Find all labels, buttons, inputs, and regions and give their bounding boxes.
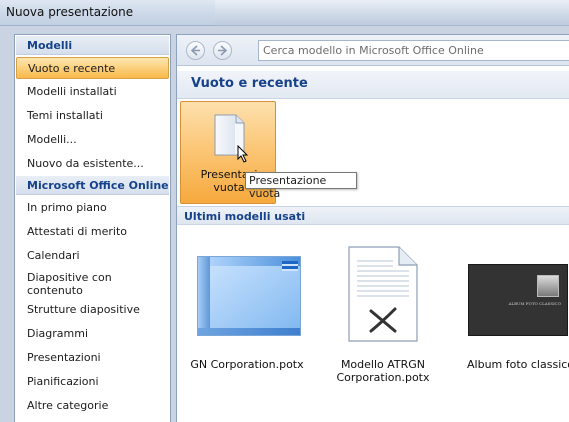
search-input[interactable]: Cerca modello in Microsoft Office Online (258, 40, 569, 61)
sidebar-item-presentazioni[interactable]: Presentazioni (16, 347, 169, 369)
toolbar: Cerca modello in Microsoft Office Online (177, 35, 569, 66)
thumbnail-left-bar (198, 257, 210, 335)
sidebar-item-altre-categorie[interactable]: Altre categorie (16, 395, 169, 417)
template-document-icon (348, 246, 418, 342)
template-name-line1: GN Corporation.potx (190, 358, 304, 371)
window-title: Nuova presentazione (6, 5, 134, 19)
recent-templates-header: Ultimi modelli usati (177, 206, 569, 225)
page-title: Vuoto e recente (177, 71, 569, 99)
thumbnail-corner-lines (282, 261, 298, 271)
title-bar-background (215, 0, 569, 26)
sidebar-item-attestati-di-merito[interactable]: Attestati di merito (16, 221, 169, 243)
sidebar-item-in-primo-piano[interactable]: In primo piano (16, 197, 169, 219)
template-thumbnail (197, 256, 301, 336)
sidebar-header-modelli: Modelli (16, 36, 169, 55)
sidebar-item-strutture-diapositive[interactable]: Strutture diapositive (16, 299, 169, 321)
thumbnail-bottom-strip (198, 328, 300, 335)
sidebar-item-modelli-installati[interactable]: Modelli installati (16, 81, 169, 103)
sidebar-item-nuovo-da-esistente[interactable]: Nuovo da esistente... (16, 153, 169, 175)
title-bar: Nuova presentazione (0, 0, 569, 26)
category-sidebar: Modelli Vuoto e recente Modelli installa… (14, 34, 171, 422)
template-name: Modello ATRGN Corporation.potx (317, 358, 449, 384)
sidebar-item-diapositive-con-contenuto[interactable]: Diapositive con contenuto (16, 267, 169, 299)
sidebar-item-pianificazioni[interactable]: Pianificazioni (16, 371, 169, 393)
sidebar-header-office-online: Microsoft Office Online (16, 176, 169, 195)
template-name-line1: Modello ATRGN (340, 358, 426, 371)
content-pane: Cerca modello in Microsoft Office Online… (176, 34, 569, 422)
back-button[interactable] (186, 41, 205, 60)
template-name: Album foto classico (467, 358, 569, 371)
sidebar-item-diagrammi[interactable]: Diagrammi (16, 323, 169, 345)
template-name-line2: Corporation.potx (336, 371, 430, 384)
template-name-line1: Album foto classico (467, 358, 569, 371)
template-name: GN Corporation.potx (177, 358, 317, 371)
mouse-cursor-icon (237, 145, 249, 163)
arrow-right-icon (218, 45, 228, 56)
sidebar-item-calendari[interactable]: Calendari (16, 245, 169, 267)
sidebar-item-temi-installati[interactable]: Temi installati (16, 105, 169, 127)
tooltip: Presentazione vuota (245, 172, 357, 200)
album-photo-image (537, 275, 559, 297)
forward-button[interactable] (213, 41, 232, 60)
template-thumbnail-album[interactable]: ALBUM FOTO CLASSICO (468, 264, 568, 336)
arrow-left-icon (190, 45, 200, 56)
sidebar-item-modelli[interactable]: Modelli... (16, 129, 169, 151)
album-caption: ALBUM FOTO CLASSICO (508, 301, 561, 306)
sidebar-item-vuoto-e-recente[interactable]: Vuoto e recente (16, 57, 169, 79)
